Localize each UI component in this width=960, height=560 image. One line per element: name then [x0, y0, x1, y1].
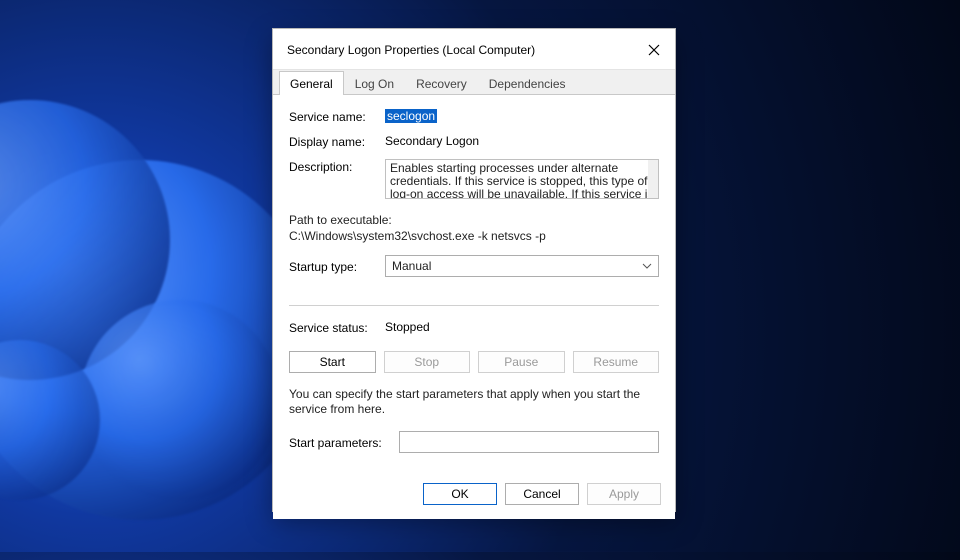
apply-button: Apply	[587, 483, 661, 505]
titlebar: Secondary Logon Properties (Local Comput…	[273, 29, 675, 69]
value-path: C:\Windows\system32\svchost.exe -k netsv…	[289, 229, 659, 243]
tab-strip: General Log On Recovery Dependencies	[273, 69, 675, 94]
start-parameters-input[interactable]	[399, 431, 659, 453]
close-button[interactable]	[645, 41, 663, 59]
label-service-status: Service status:	[289, 320, 385, 335]
tab-recovery[interactable]: Recovery	[405, 71, 478, 95]
label-description: Description:	[289, 159, 385, 174]
window-title: Secondary Logon Properties (Local Comput…	[287, 43, 535, 57]
value-service-status: Stopped	[385, 320, 659, 334]
value-service-name: seclogon	[385, 109, 659, 123]
start-button[interactable]: Start	[289, 351, 376, 373]
label-service-name: Service name:	[289, 109, 385, 124]
ok-button[interactable]: OK	[423, 483, 497, 505]
chevron-down-icon	[642, 261, 652, 271]
label-startup-type: Startup type:	[289, 259, 385, 274]
stop-button: Stop	[384, 351, 471, 373]
startup-type-value: Manual	[392, 259, 431, 273]
value-display-name: Secondary Logon	[385, 134, 659, 148]
label-path: Path to executable:	[289, 213, 659, 227]
description-text: Enables starting processes under alterna…	[390, 161, 653, 199]
tab-dependencies[interactable]: Dependencies	[478, 71, 577, 95]
service-name-selected[interactable]: seclogon	[385, 109, 437, 123]
tab-content-general: Service name: seclogon Display name: Sec…	[273, 94, 675, 473]
dialog-footer: OK Cancel Apply	[273, 473, 675, 519]
tab-general[interactable]: General	[279, 71, 344, 95]
tab-logon[interactable]: Log On	[344, 71, 405, 95]
description-scrollbar[interactable]	[648, 160, 658, 198]
pause-button: Pause	[478, 351, 565, 373]
label-display-name: Display name:	[289, 134, 385, 149]
start-parameters-hint: You can specify the start parameters tha…	[289, 387, 659, 417]
section-divider	[289, 305, 659, 306]
resume-button: Resume	[573, 351, 660, 373]
close-icon	[648, 44, 660, 56]
startup-type-select[interactable]: Manual	[385, 255, 659, 277]
properties-dialog: Secondary Logon Properties (Local Comput…	[272, 28, 676, 512]
label-start-parameters: Start parameters:	[289, 435, 399, 450]
description-textarea[interactable]: Enables starting processes under alterna…	[385, 159, 659, 199]
cancel-button[interactable]: Cancel	[505, 483, 579, 505]
